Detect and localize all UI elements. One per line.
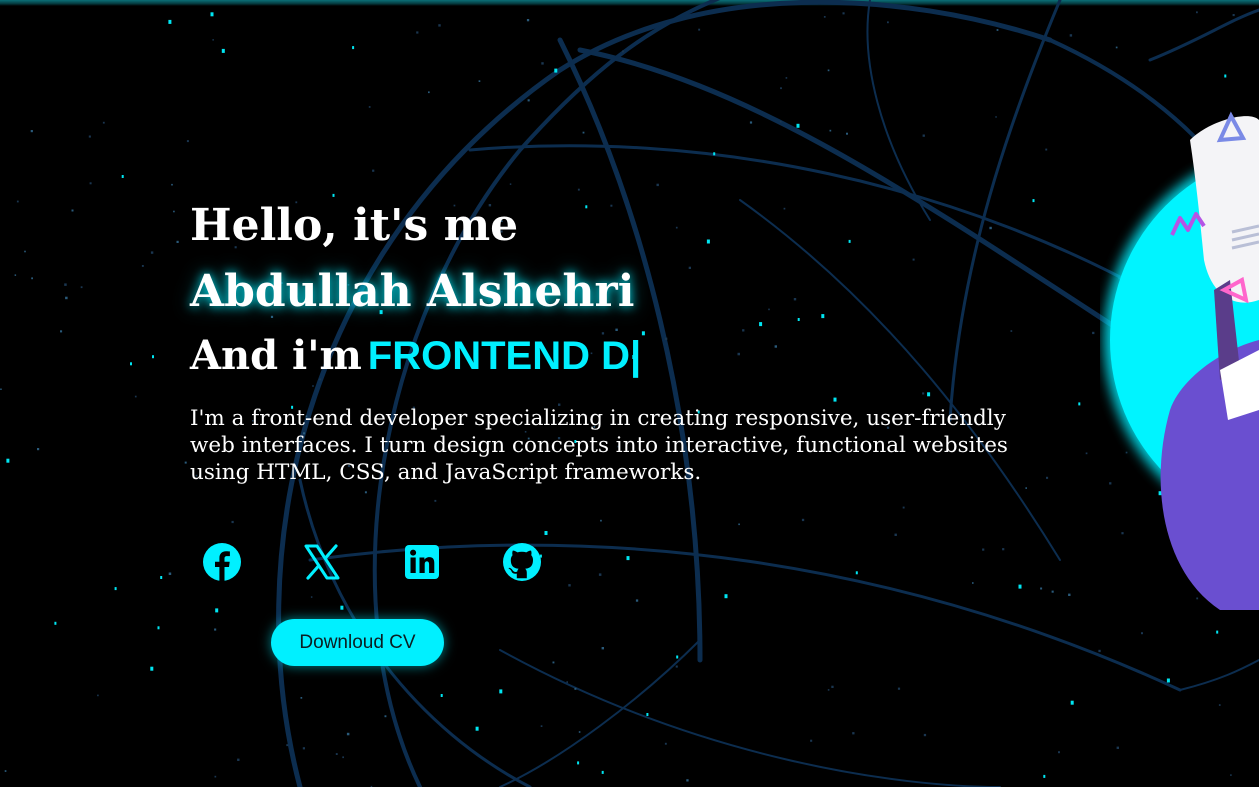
profile-avatar bbox=[1100, 110, 1259, 610]
github-link[interactable] bbox=[502, 542, 542, 582]
intro-paragraph: I'm a front-end developer specializing i… bbox=[190, 406, 1008, 485]
x-twitter-icon bbox=[304, 544, 340, 580]
linkedin-icon bbox=[405, 545, 439, 579]
facebook-icon bbox=[203, 543, 241, 581]
role-prefix: And i'm bbox=[190, 332, 362, 379]
role-heading: And i'm FRONTEND D| bbox=[190, 326, 641, 386]
facebook-link[interactable] bbox=[202, 542, 242, 582]
linkedin-link[interactable] bbox=[402, 542, 442, 582]
greeting-heading: Hello, it's me bbox=[190, 200, 519, 251]
typed-role-text: FRONTEND D| bbox=[367, 334, 642, 378]
x-twitter-link[interactable] bbox=[302, 542, 342, 582]
stars-layer bbox=[0, 11, 1252, 787]
social-links bbox=[202, 542, 542, 586]
starfield-globe-background bbox=[0, 0, 1259, 787]
download-cv-button[interactable]: Downloud CV bbox=[271, 619, 444, 666]
github-icon bbox=[503, 543, 541, 581]
name-heading: Abdullah Alshehri bbox=[190, 266, 635, 317]
avatar-illustration bbox=[1104, 111, 1259, 610]
